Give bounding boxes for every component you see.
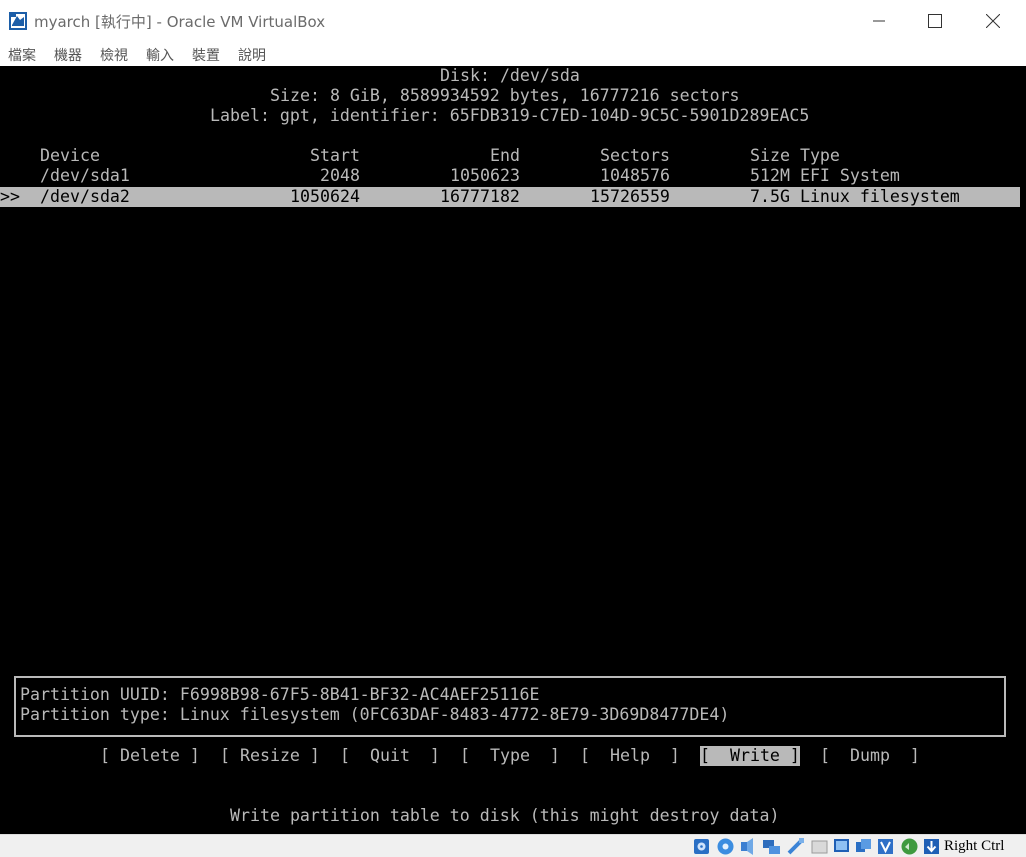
partition-size-type: 512M EFI System (750, 166, 900, 185)
partition-size-type: 7.5G Linux filesystem (750, 187, 960, 206)
partition-uuid: Partition UUID: F6998B98-67F5-8B41-BF32-… (20, 685, 540, 704)
close-icon (986, 14, 1000, 28)
disk-line: Disk: /dev/sda (440, 66, 580, 85)
menu-view[interactable]: 檢視 (100, 45, 128, 65)
maximize-icon (928, 14, 942, 28)
partition-device: /dev/sda1 (40, 166, 130, 185)
hard-disk-icon[interactable] (692, 837, 711, 856)
menu-devices[interactable]: 裝置 (192, 45, 220, 65)
optical-drive-icon[interactable] (716, 837, 735, 856)
window-title: myarch [執行中] - Oracle VM VirtualBox (34, 13, 326, 31)
menu-help[interactable]: 說明 (238, 45, 266, 65)
shared-folders-icon[interactable] (810, 837, 829, 856)
help-button[interactable]: [ Help ] (580, 746, 680, 766)
menu-file[interactable]: 檔案 (8, 45, 36, 65)
resize-button[interactable]: [ Resize ] (220, 746, 320, 766)
network-icon[interactable] (762, 837, 781, 856)
selection-marker: >> (0, 187, 20, 206)
maximize-button[interactable] (906, 0, 964, 42)
partition-start: 1050624 (290, 187, 360, 206)
mouse-integration-icon[interactable] (900, 837, 919, 856)
quit-button[interactable]: [ Quit ] (340, 746, 440, 766)
minimize-icon (873, 20, 885, 22)
partition-device: /dev/sda2 (40, 187, 130, 206)
partition-start: 2048 (320, 166, 360, 185)
partition-end: 16777182 (440, 187, 520, 206)
usb-icon[interactable] (786, 837, 805, 856)
statusbar: Right Ctrl (0, 834, 1026, 857)
col-sectors: Sectors (600, 146, 670, 165)
partition-info-box: Partition UUID: F6998B98-67F5-8B41-BF32-… (14, 676, 1006, 737)
write-button[interactable]: [ Write ] (700, 746, 800, 766)
partition-row-selected[interactable]: >> /dev/sda2 1050624 16777182 15726559 7… (0, 187, 1020, 207)
dump-button[interactable]: [ Dump ] (820, 746, 920, 766)
partition-sectors: 1048576 (600, 166, 670, 185)
menu-input[interactable]: 輸入 (146, 45, 174, 65)
write-button-label: [ Write ] (700, 746, 800, 765)
col-end: End (490, 146, 520, 165)
host-key-label: Right Ctrl (944, 838, 1005, 854)
recording-icon[interactable] (854, 837, 873, 856)
window-titlebar[interactable]: myarch [執行中] - Oracle VM VirtualBox (0, 0, 1026, 42)
delete-button[interactable]: [ Delete ] (100, 746, 200, 766)
keyboard-capture-icon[interactable] (922, 837, 941, 856)
close-button[interactable] (964, 0, 1022, 42)
label-line: Label: gpt, identifier: 65FDB319-C7ED-10… (210, 106, 810, 125)
virtualbox-icon (9, 12, 27, 30)
minimize-button[interactable] (850, 0, 908, 42)
action-hint: Write partition table to disk (this migh… (230, 806, 780, 825)
col-device: Device (40, 146, 100, 165)
audio-icon[interactable] (739, 837, 758, 856)
menu-machine[interactable]: 機器 (54, 45, 82, 65)
col-start: Start (310, 146, 360, 165)
partition-type: Partition type: Linux filesystem (0FC63D… (20, 705, 730, 724)
partition-sectors: 15726559 (590, 187, 670, 206)
col-size-type: Size Type (750, 146, 840, 165)
type-button[interactable]: [ Type ] (460, 746, 560, 766)
display-icon[interactable] (832, 837, 851, 856)
size-line: Size: 8 GiB, 8589934592 bytes, 16777216 … (270, 86, 740, 105)
partition-end: 1050623 (450, 166, 520, 185)
vrde-icon[interactable] (876, 837, 895, 856)
menubar: 檔案 機器 檢視 輸入 裝置 說明 (0, 42, 1026, 66)
vm-screen[interactable]: Disk: /dev/sda Size: 8 GiB, 8589934592 b… (0, 66, 1026, 834)
